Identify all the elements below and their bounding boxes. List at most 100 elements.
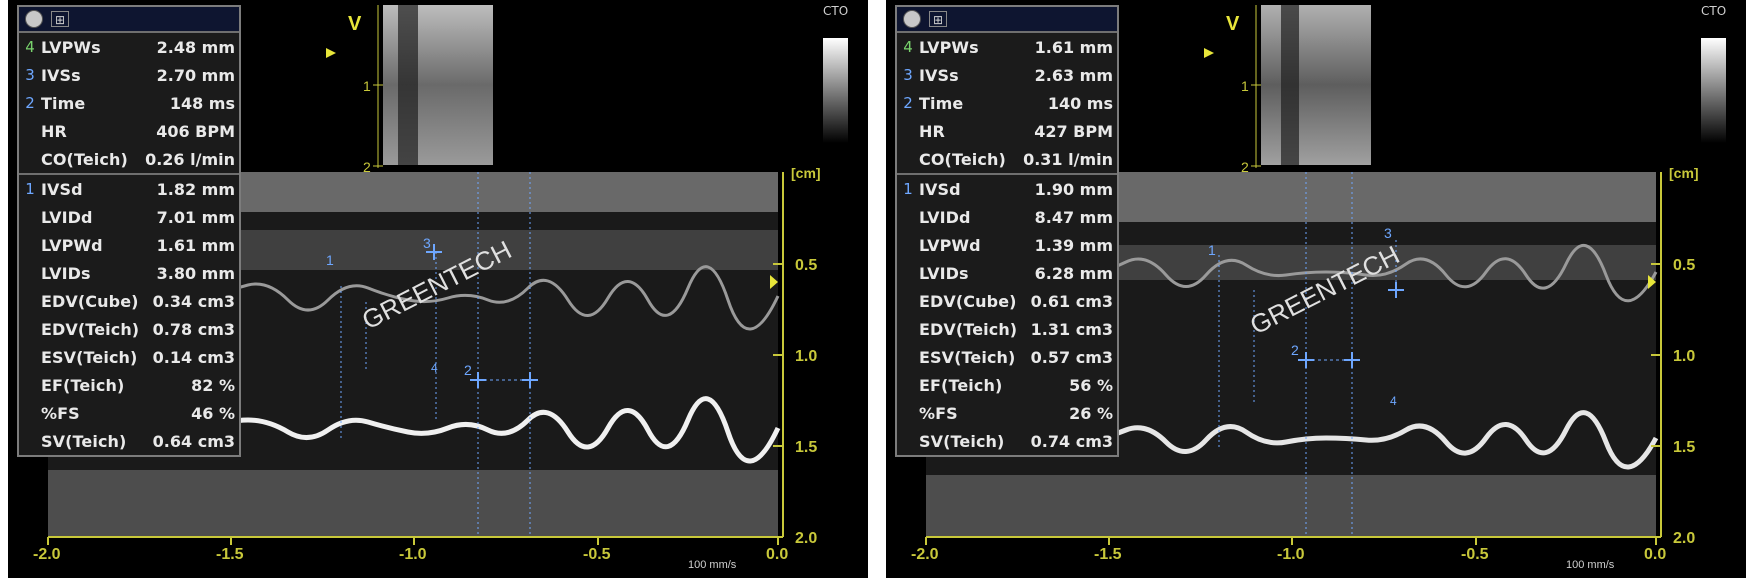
measurement-value: 1.31 cm3 <box>1030 319 1113 339</box>
measurement-row[interactable]: 2 Time 148 ms <box>19 89 239 117</box>
cto-grayscale-bar <box>823 38 848 143</box>
measurement-value: 0.74 cm3 <box>1030 431 1113 451</box>
measurement-value: 1.90 mm <box>1034 179 1113 199</box>
measurement-value: 1.61 mm <box>1034 37 1113 57</box>
measurement-index: 2 <box>903 94 913 112</box>
measurement-label: LVPWs <box>919 37 979 57</box>
depth-tick-label: 1.0 <box>795 348 817 365</box>
measurement-label: %FS <box>919 403 958 423</box>
measurement-row[interactable]: 1 IVSd 1.82 mm <box>19 175 239 203</box>
measurement-index: 2 <box>25 94 35 112</box>
caliper-label: 1 <box>326 252 334 268</box>
measurement-value: 0.34 cm3 <box>152 291 235 311</box>
measurement-row[interactable]: 1 IVSd 1.90 mm <box>897 175 1117 203</box>
measurement-row[interactable]: LVIDd 8.47 mm <box>897 203 1117 231</box>
time-tick-label: -2.0 <box>33 546 61 563</box>
measurement-row[interactable]: LVIDd 7.01 mm <box>19 203 239 231</box>
depth-tick-label: 2.0 <box>795 530 817 547</box>
measurement-label: HR <box>41 121 67 141</box>
measurement-index: 4 <box>25 38 35 56</box>
measurement-label: LVPWd <box>41 235 103 255</box>
measurement-label: EDV(Teich) <box>41 319 140 339</box>
measurement-value: 1.39 mm <box>1034 235 1113 255</box>
vmode-preview-shadow <box>398 5 418 165</box>
depth-tick-label: 1.0 <box>1673 348 1695 365</box>
measurement-label: EDV(Cube) <box>919 291 1017 311</box>
measurement-row[interactable]: LVIDs 6.28 mm <box>897 259 1117 287</box>
record-icon[interactable] <box>25 10 43 28</box>
measurement-row[interactable]: EF(Teich) 82 % <box>19 371 239 399</box>
measurement-value: 0.64 cm3 <box>152 431 235 451</box>
measurement-row[interactable]: ESV(Teich) 0.14 cm3 <box>19 343 239 371</box>
caliper-label: 3 <box>1384 225 1392 241</box>
measurement-value: 2.48 mm <box>156 37 235 57</box>
depth-tick-label: 0.5 <box>795 257 817 274</box>
measurement-row[interactable]: CO(Teich) 0.26 l/min <box>19 145 239 173</box>
measurement-row[interactable]: EDV(Cube) 0.61 cm3 <box>897 287 1117 315</box>
measurement-row[interactable]: %FS 26 % <box>897 399 1117 427</box>
measurement-row[interactable]: HR 427 BPM <box>897 117 1117 145</box>
time-ticks <box>925 537 1657 545</box>
depth-tick-label: 2.0 <box>1673 530 1695 547</box>
measurement-value: 0.78 cm3 <box>152 319 235 339</box>
measurement-panel: ⊞ 4 LVPWs 1.61 mm 3 IVSs 2.63 mm 2 Time 140 ms HR… <box>895 5 1119 457</box>
caliper-label: 2 <box>464 362 472 378</box>
sweep-speed: 100 mm/s <box>688 559 737 571</box>
measurement-row[interactable]: SV(Teich) 0.74 cm3 <box>897 427 1117 455</box>
measurement-value: 1.61 mm <box>156 235 235 255</box>
measurement-label: EDV(Cube) <box>41 291 139 311</box>
measurement-row[interactable]: 3 IVSs 2.63 mm <box>897 61 1117 89</box>
measurement-value: 3.80 mm <box>156 263 235 283</box>
measurement-row[interactable]: 4 LVPWs 2.48 mm <box>19 33 239 61</box>
time-tick-label: 0.0 <box>1644 546 1666 563</box>
vmode-arrow-icon <box>326 48 336 58</box>
measurement-row[interactable]: EDV(Teich) 1.31 cm3 <box>897 315 1117 343</box>
measurement-value: 2.63 mm <box>1034 65 1113 85</box>
measurement-row[interactable]: SV(Teich) 0.64 cm3 <box>19 427 239 455</box>
measurement-value: 148 ms <box>169 93 235 113</box>
measurement-label: EDV(Teich) <box>919 319 1018 339</box>
vmode-tick-label: 1 <box>1241 78 1249 94</box>
measurement-row[interactable]: 2 Time 140 ms <box>897 89 1117 117</box>
measurement-label: LVPWs <box>41 37 101 57</box>
measurement-row[interactable]: EF(Teich) 56 % <box>897 371 1117 399</box>
ultrasound-panel-right: V 1 2 1 2 3 4 GREENTECH [cm] 0.5 1.0 1.5… <box>886 0 1746 578</box>
measurement-value: 0.26 l/min <box>145 149 235 169</box>
measurement-row[interactable]: LVPWd 1.61 mm <box>19 231 239 259</box>
ultrasound-panel-left: V 1 2 1 2 3 4 GREENTECH [cm] 0.5 1.0 1.5… <box>8 0 868 578</box>
measurement-value: 0.57 cm3 <box>1030 347 1113 367</box>
measurement-label: EF(Teich) <box>919 375 1003 395</box>
measurement-row[interactable]: ESV(Teich) 0.57 cm3 <box>897 343 1117 371</box>
vmode-preview <box>1261 5 1371 165</box>
record-icon[interactable] <box>903 10 921 28</box>
measurement-panel: ⊞ 4 LVPWs 2.48 mm 3 IVSs 2.70 mm 2 Time 148 ms HR… <box>17 5 241 457</box>
measurement-row[interactable]: EDV(Cube) 0.34 cm3 <box>19 287 239 315</box>
measurement-row[interactable]: 3 IVSs 2.70 mm <box>19 61 239 89</box>
measurement-row[interactable]: %FS 46 % <box>19 399 239 427</box>
measurement-row[interactable]: EDV(Teich) 0.78 cm3 <box>19 315 239 343</box>
measurement-row[interactable]: LVIDs 3.80 mm <box>19 259 239 287</box>
measurement-label: LVIDd <box>919 207 971 227</box>
vmode-arrow-icon <box>1204 48 1214 58</box>
measurement-value: 82 % <box>191 375 235 395</box>
measurement-value: 1.82 mm <box>156 179 235 199</box>
measurement-label: Time <box>41 93 86 113</box>
time-tick-label: -2.0 <box>911 546 939 563</box>
caliper-label: 2 <box>1291 342 1299 358</box>
measurement-value: 7.01 mm <box>156 207 235 227</box>
measurement-label: IVSs <box>919 65 959 85</box>
measurement-row[interactable]: CO(Teich) 0.31 l/min <box>897 145 1117 173</box>
measurement-row[interactable]: LVPWd 1.39 mm <box>897 231 1117 259</box>
measurement-group-diastolic: 1 IVSd 1.90 mm LVIDd 8.47 mm LVPWd 1.39 mm LVID… <box>897 175 1117 455</box>
report-icon[interactable]: ⊞ <box>51 11 69 27</box>
measurement-toolbar: ⊞ <box>897 7 1117 33</box>
measurement-index: 4 <box>903 38 913 56</box>
measurement-row[interactable]: 4 LVPWs 1.61 mm <box>897 33 1117 61</box>
measurement-value: 46 % <box>191 403 235 423</box>
measurement-row[interactable]: HR 406 BPM <box>19 117 239 145</box>
mmode-far-field <box>926 475 1656 537</box>
depth-unit: [cm] <box>1669 165 1699 181</box>
measurement-label: LVIDs <box>41 263 91 283</box>
report-icon[interactable]: ⊞ <box>929 11 947 27</box>
time-tick-label: -1.0 <box>399 546 427 563</box>
